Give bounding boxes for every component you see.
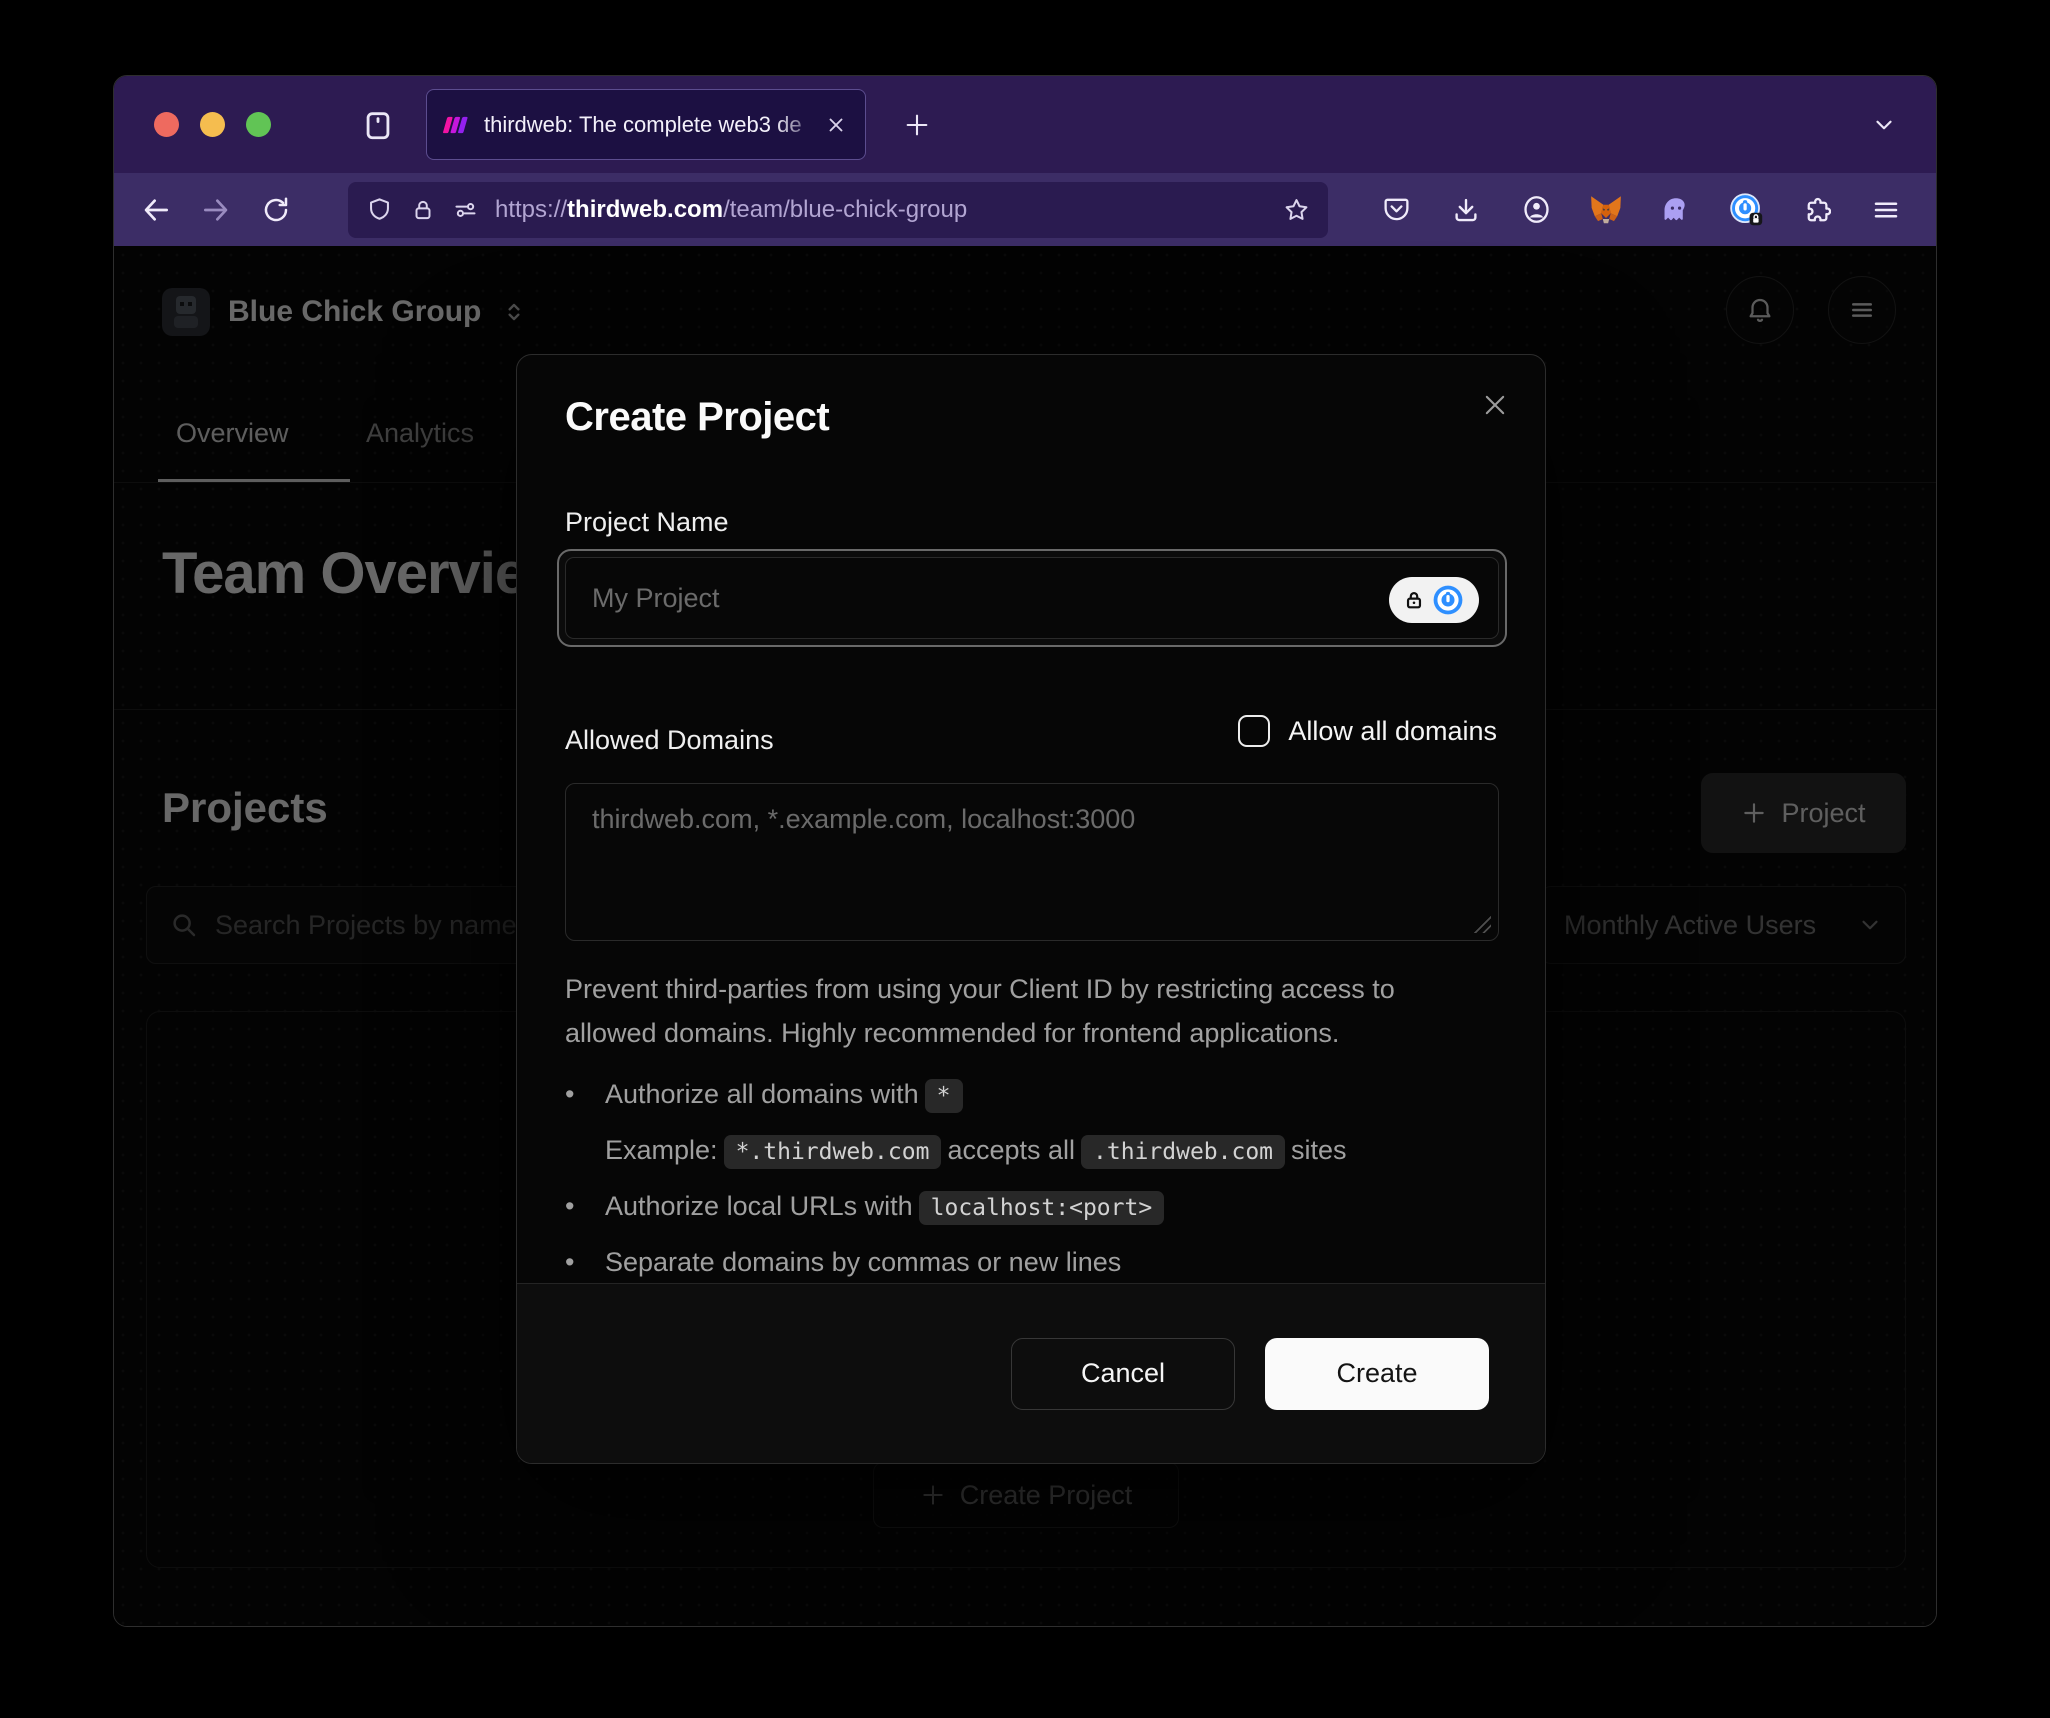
allow-all-domains-row: Allow all domains <box>1238 715 1497 747</box>
dialog-footer: Cancel Create <box>517 1283 1545 1463</box>
puzzle-piece-icon <box>1801 195 1831 225</box>
project-name-field-ring <box>557 549 1507 647</box>
traffic-lights <box>154 112 271 137</box>
create-button[interactable]: Create <box>1265 1338 1489 1410</box>
menu-button[interactable] <box>1858 184 1914 236</box>
onepassword-icon <box>1728 192 1764 228</box>
close-icon <box>825 114 847 136</box>
bullet-1-text: Authorize all domains with <box>605 1079 919 1109</box>
plus-icon <box>903 111 931 139</box>
example-label: Example: <box>605 1135 718 1165</box>
toolbar-extensions-row <box>1368 184 1920 236</box>
permissions-icon[interactable] <box>452 196 479 223</box>
chevron-down-icon <box>1871 112 1897 138</box>
example-domain2-code-chip: .thirdweb.com <box>1081 1135 1285 1169</box>
bullet-dot: • <box>565 1067 605 1123</box>
phantom-ghost-icon <box>1660 194 1692 226</box>
thirdweb-favicon-icon <box>441 114 471 136</box>
onepassword-inline-badge[interactable] <box>1389 577 1479 623</box>
localhost-code-chip: localhost:<port> <box>919 1191 1165 1225</box>
arrow-left-icon <box>140 194 172 226</box>
close-icon <box>1481 391 1509 419</box>
firefox-view-icon <box>361 108 395 142</box>
account-icon <box>1521 194 1552 225</box>
forward-button[interactable] <box>190 184 242 236</box>
close-tab-button[interactable] <box>821 110 851 140</box>
url-domain: thirdweb.com <box>567 196 723 223</box>
hamburger-icon <box>1871 195 1901 225</box>
list-item: • Separate domains by commas or new line… <box>565 1235 1500 1289</box>
browser-tab[interactable]: thirdweb: The complete web3 de <box>426 89 866 160</box>
bullet-dot: • <box>565 1179 605 1235</box>
tab-title-fade <box>775 104 821 145</box>
address-bar[interactable]: https://thirdweb.com/team/blue-chick-gro… <box>348 182 1328 238</box>
download-icon <box>1451 195 1481 225</box>
allowed-domains-label: Allowed Domains <box>565 725 774 756</box>
create-project-dialog: Create Project Project Name Allowed Doma… <box>516 354 1546 1464</box>
onepassword-icon <box>1430 582 1466 618</box>
example-end-text: sites <box>1291 1135 1347 1165</box>
close-window-button[interactable] <box>154 112 179 137</box>
example-domain-code-chip: *.thirdweb.com <box>724 1135 942 1169</box>
back-button[interactable] <box>130 184 182 236</box>
bullet-3-text: Separate domains by commas or new lines <box>605 1235 1121 1289</box>
example-mid-text: accepts all <box>947 1135 1075 1165</box>
metamask-extension-button[interactable] <box>1578 184 1634 236</box>
downloads-button[interactable] <box>1438 184 1494 236</box>
url-scheme: https:// <box>495 196 567 223</box>
project-name-input[interactable] <box>565 557 1499 639</box>
list-all-tabs-button[interactable] <box>1866 107 1902 143</box>
arrow-right-icon <box>200 194 232 226</box>
cancel-button[interactable]: Cancel <box>1011 1338 1235 1410</box>
zoom-window-button[interactable] <box>246 112 271 137</box>
firefox-view-button[interactable] <box>358 105 398 145</box>
project-name-label: Project Name <box>565 507 729 538</box>
list-item-continuation: Example:*.thirdweb.comaccepts all.thirdw… <box>605 1123 1500 1179</box>
url-text: https://thirdweb.com/team/blue-chick-gro… <box>495 196 967 224</box>
pocket-button[interactable] <box>1368 184 1424 236</box>
dialog-title: Create Project <box>565 395 829 440</box>
bullet-text: Authorize local URLs withlocalhost:<port… <box>605 1179 1170 1235</box>
account-button[interactable] <box>1508 184 1564 236</box>
new-tab-button[interactable] <box>896 104 938 146</box>
reload-icon <box>261 195 291 225</box>
onepassword-extension-button[interactable] <box>1718 184 1774 236</box>
list-item: • Authorize local URLs withlocalhost:<po… <box>565 1179 1500 1235</box>
bullet-2-text: Authorize local URLs with <box>605 1191 913 1221</box>
tab-title: thirdweb: The complete web3 de <box>484 110 808 140</box>
reload-button[interactable] <box>250 184 302 236</box>
extensions-button[interactable] <box>1788 184 1844 236</box>
metamask-fox-icon <box>1589 193 1623 227</box>
screenshot-stage: thirdweb: The complete web3 de <box>0 0 2050 1718</box>
phantom-extension-button[interactable] <box>1648 184 1704 236</box>
bullet-dot: • <box>565 1235 605 1289</box>
dialog-close-button[interactable] <box>1471 381 1519 429</box>
domains-bullet-list: • Authorize all domains with* Example:*.… <box>565 1067 1500 1289</box>
allow-all-domains-label[interactable]: Allow all domains <box>1288 716 1497 747</box>
bookmark-star-button[interactable] <box>1283 196 1310 223</box>
allowed-domains-textarea[interactable] <box>565 783 1499 941</box>
connection-lock-icon[interactable] <box>409 196 436 223</box>
browser-window: thirdweb: The complete web3 de <box>113 75 1937 1627</box>
bullet-text: Authorize all domains with* <box>605 1067 969 1123</box>
list-item: • Authorize all domains with* <box>565 1067 1500 1123</box>
browser-toolbar: https://thirdweb.com/team/blue-chick-gro… <box>114 173 1936 246</box>
tracking-protection-shield-icon[interactable] <box>366 196 393 223</box>
allow-all-domains-checkbox[interactable] <box>1238 715 1270 747</box>
wildcard-code-chip: * <box>925 1079 963 1113</box>
domains-help-text: Prevent third-parties from using your Cl… <box>565 967 1493 1056</box>
url-path: /team/blue-chick-group <box>723 196 967 223</box>
lock-icon <box>1403 589 1425 611</box>
browser-titlebar: thirdweb: The complete web3 de <box>114 76 1936 173</box>
minimize-window-button[interactable] <box>200 112 225 137</box>
pocket-icon <box>1382 195 1411 224</box>
